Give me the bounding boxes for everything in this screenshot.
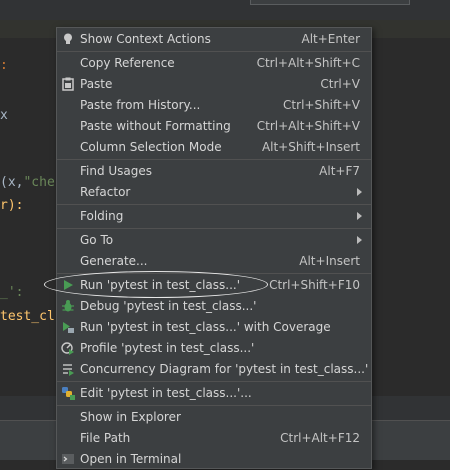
menu-item-generate[interactable]: Generate... Alt+Insert: [57, 251, 371, 272]
menu-item-paste-without-formatting[interactable]: Paste without Formatting Ctrl+Alt+Shift+…: [57, 116, 371, 137]
menu-item-copy-reference[interactable]: Copy Reference Ctrl+Alt+Shift+C: [57, 53, 371, 74]
submenu-arrow-icon: [357, 188, 362, 196]
menu-item-label: Run 'pytest in test_class...': [80, 278, 241, 292]
menu-item-label: Show Context Actions: [80, 32, 211, 46]
menu-separator: [57, 228, 371, 229]
menu-item-file-path[interactable]: File Path Ctrl+Alt+F12: [57, 428, 371, 449]
menu-item-label: Profile 'pytest in test_class...': [80, 341, 255, 355]
menu-item-debug[interactable]: Debug 'pytest in test_class...': [57, 296, 371, 317]
menu-item-folding[interactable]: Folding: [57, 206, 371, 227]
terminal-icon: [61, 452, 75, 466]
code-fragment-line-test: test_cl: [0, 309, 55, 324]
submenu-arrow-icon: [357, 212, 362, 220]
menu-item-paste-from-history[interactable]: Paste from History... Ctrl+Shift+V: [57, 95, 371, 116]
menu-item-shortcut: Ctrl+V: [320, 77, 360, 91]
menu-separator: [57, 159, 371, 160]
menu-item-shortcut: Ctrl+Shift+F10: [269, 278, 360, 292]
menu-item-refactor[interactable]: Refactor: [57, 182, 371, 203]
code-fragment-line-check: (x,"chec: [0, 175, 63, 190]
menu-item-shortcut: Ctrl+Alt+Shift+C: [256, 56, 360, 70]
bulb-icon: [61, 32, 75, 46]
menu-item-label: Find Usages: [80, 164, 153, 178]
concurrency-icon: [61, 362, 75, 376]
horizontal-scrollbar[interactable]: [250, 0, 410, 5]
menu-item-label: Open in Terminal: [80, 452, 182, 466]
menu-item-label: Run 'pytest in test_class...' with Cover…: [80, 320, 331, 334]
menu-item-label: Column Selection Mode: [80, 140, 222, 154]
bug-icon: [61, 299, 75, 313]
run-triangle-icon: [61, 278, 75, 292]
menu-item-shortcut: Alt+Enter: [301, 32, 360, 46]
menu-item-run-with-coverage[interactable]: Run 'pytest in test_class...' with Cover…: [57, 317, 371, 338]
menu-item-label: Paste without Formatting: [80, 119, 231, 133]
editor-context-menu: Show Context Actions Alt+Enter Copy Refe…: [56, 27, 372, 469]
clipboard-icon: [61, 77, 75, 91]
code-fragment-colon-1: :: [0, 58, 8, 73]
menu-separator: [57, 204, 371, 205]
menu-item-label: Go To: [80, 233, 114, 247]
menu-item-label: Folding: [80, 209, 124, 223]
code-fragment-line-x: x: [0, 108, 8, 123]
menu-separator: [57, 381, 371, 382]
menu-item-label: Edit 'pytest in test_class...'...: [80, 386, 252, 400]
menu-item-shortcut: Ctrl+Shift+V: [283, 98, 360, 112]
menu-item-label: Copy Reference: [80, 56, 175, 70]
menu-separator: [57, 273, 371, 274]
menu-item-run[interactable]: Run 'pytest in test_class...' Ctrl+Shift…: [57, 275, 371, 296]
menu-item-column-selection-mode[interactable]: Column Selection Mode Alt+Shift+Insert: [57, 137, 371, 158]
menu-item-shortcut: Ctrl+Alt+Shift+V: [256, 119, 360, 133]
menu-item-label: Paste: [80, 77, 113, 91]
menu-item-label: Debug 'pytest in test_class...': [80, 299, 257, 313]
python-config-icon: [61, 386, 75, 400]
code-fragment-line-r: r):: [0, 198, 24, 213]
menu-item-find-usages[interactable]: Find Usages Alt+F7: [57, 161, 371, 182]
coverage-icon: [61, 320, 75, 334]
menu-item-open-in-terminal[interactable]: Open in Terminal: [57, 449, 371, 470]
submenu-arrow-icon: [357, 236, 362, 244]
menu-item-paste[interactable]: Paste Ctrl+V: [57, 74, 371, 95]
menu-item-go-to[interactable]: Go To: [57, 230, 371, 251]
menu-separator: [57, 51, 371, 52]
menu-item-label: Generate...: [80, 254, 148, 268]
menu-item-label: Refactor: [80, 185, 131, 199]
profiler-icon: [61, 341, 75, 355]
menu-item-shortcut: Alt+F7: [319, 164, 360, 178]
menu-item-show-in-explorer[interactable]: Show in Explorer: [57, 407, 371, 428]
menu-item-shortcut: Alt+Insert: [299, 254, 360, 268]
menu-item-label: Paste from History...: [80, 98, 201, 112]
menu-item-label: Concurrency Diagram for 'pytest in test_…: [80, 362, 369, 376]
menu-item-shortcut: Alt+Shift+Insert: [261, 140, 360, 154]
menu-item-shortcut: Ctrl+Alt+F12: [280, 431, 360, 445]
menu-item-label: File Path: [80, 431, 131, 445]
menu-separator: [57, 405, 371, 406]
menu-item-concurrency-diagram[interactable]: Concurrency Diagram for 'pytest in test_…: [57, 359, 371, 380]
menu-item-show-context-actions[interactable]: Show Context Actions Alt+Enter: [57, 29, 371, 50]
menu-item-profile[interactable]: Profile 'pytest in test_class...': [57, 338, 371, 359]
code-fragment-line-main: _':: [0, 285, 24, 300]
menu-item-label: Show in Explorer: [80, 410, 181, 424]
menu-item-edit-configuration[interactable]: Edit 'pytest in test_class...'...: [57, 383, 371, 404]
